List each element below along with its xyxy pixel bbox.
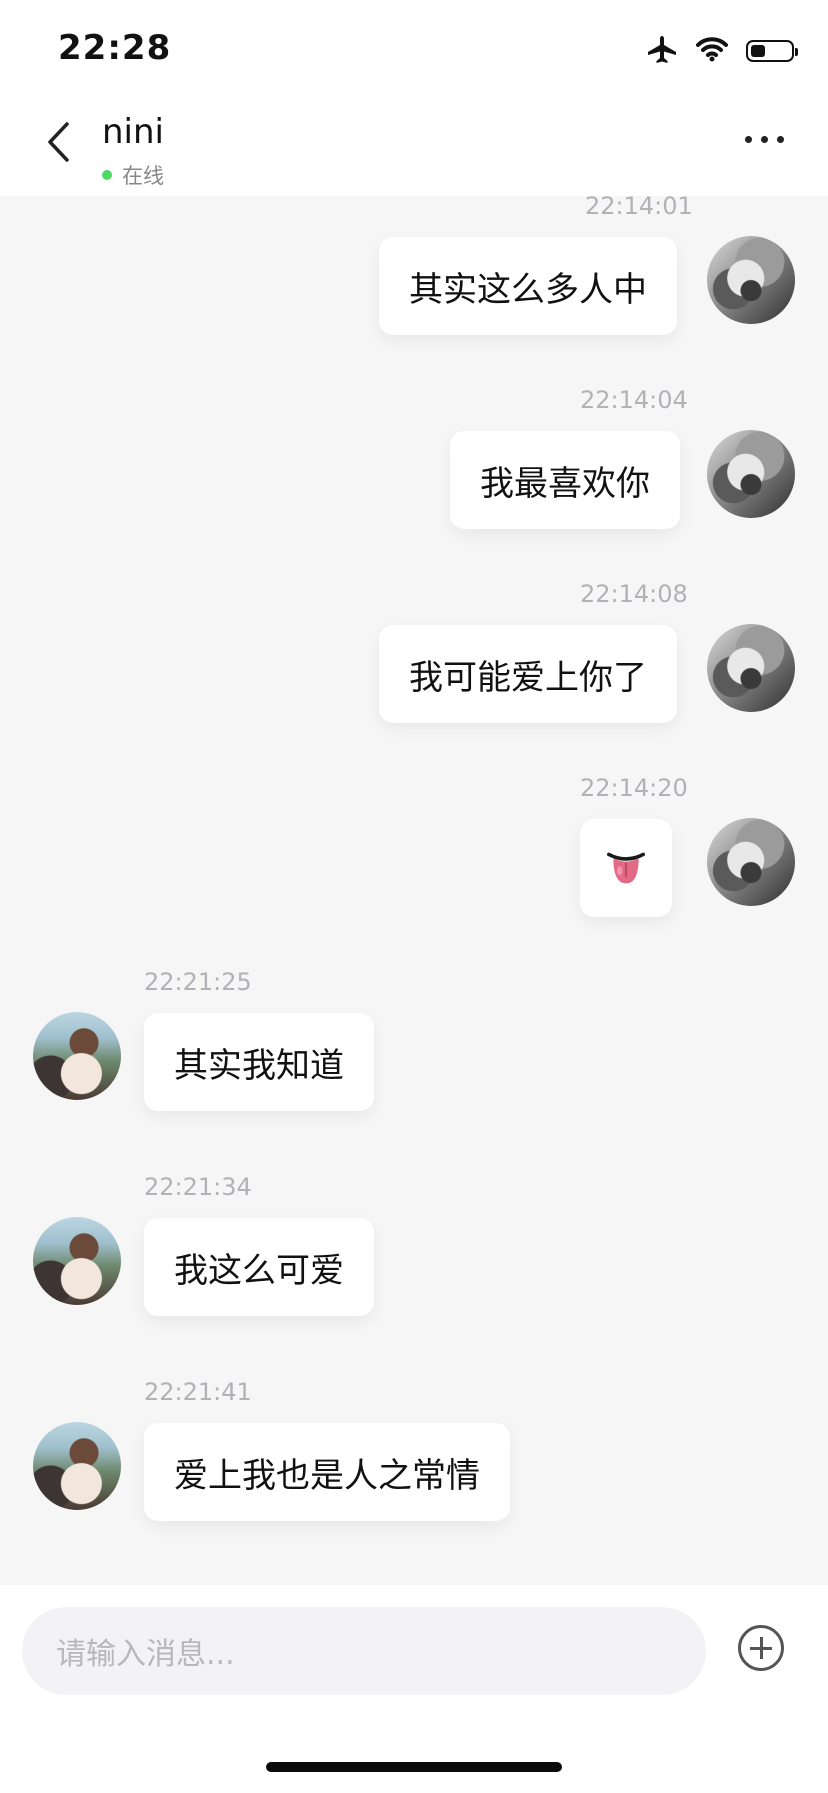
status-icons [646,34,798,68]
my-avatar[interactable] [707,818,795,906]
composer-bar: 请输入消息... [0,1585,828,1793]
message-bubble[interactable]: 我可能爱上你了 [379,625,677,723]
message-timestamp: 22:14:04 [580,386,688,414]
message-text: 其实我知道 [174,1045,344,1086]
status-time: 22:28 [58,28,172,68]
message-timestamp: 22:21:25 [144,968,252,996]
chevron-left-icon [48,122,69,162]
message-text: 其实这么多人中 [409,269,647,310]
airplane-icon [646,34,678,68]
my-avatar[interactable] [707,236,795,324]
contact-avatar[interactable] [33,1422,121,1510]
message-text: 我这么可爱 [174,1250,344,1291]
message-bubble[interactable]: 其实我知道 [144,1013,374,1111]
message-timestamp: 22:14:01 [585,192,693,220]
contact-name: nini [102,112,164,152]
message-timestamp: 22:14:20 [580,774,688,802]
message-text: 爱上我也是人之常情 [174,1455,480,1496]
online-dot-icon [102,170,112,180]
status-bar: 22:28 [0,0,828,100]
back-button[interactable] [36,120,80,164]
presence-status: 在线 [102,160,164,190]
message-text: 我最喜欢你 [480,463,650,504]
message-bubble[interactable]: 我这么可爱 [144,1218,374,1316]
presence-label: 在线 [122,164,164,188]
more-button[interactable] [745,136,784,143]
wifi-icon [696,36,728,66]
message-input-placeholder: 请输入消息... [56,1637,235,1672]
message-input[interactable]: 请输入消息... [22,1607,706,1695]
message-timestamp: 22:14:08 [580,580,688,608]
home-indicator [266,1762,562,1772]
plus-circle-icon[interactable] [738,1625,784,1671]
battery-icon [746,40,798,62]
message-bubble[interactable]: 爱上我也是人之常情 [144,1423,510,1521]
message-timestamp: 22:21:34 [144,1173,252,1201]
chat-header: nini 在线 [0,100,828,196]
my-avatar[interactable] [707,430,795,518]
more-dots-icon [745,136,752,143]
contact-avatar[interactable] [33,1012,121,1100]
contact-avatar[interactable] [33,1217,121,1305]
tongue-emoji-icon [606,852,645,884]
message-text: 我可能爱上你了 [409,657,647,698]
message-bubble[interactable] [580,819,672,917]
my-avatar[interactable] [707,624,795,712]
message-bubble[interactable]: 我最喜欢你 [450,431,680,529]
message-timestamp: 22:21:41 [144,1378,252,1406]
message-bubble[interactable]: 其实这么多人中 [379,237,677,335]
